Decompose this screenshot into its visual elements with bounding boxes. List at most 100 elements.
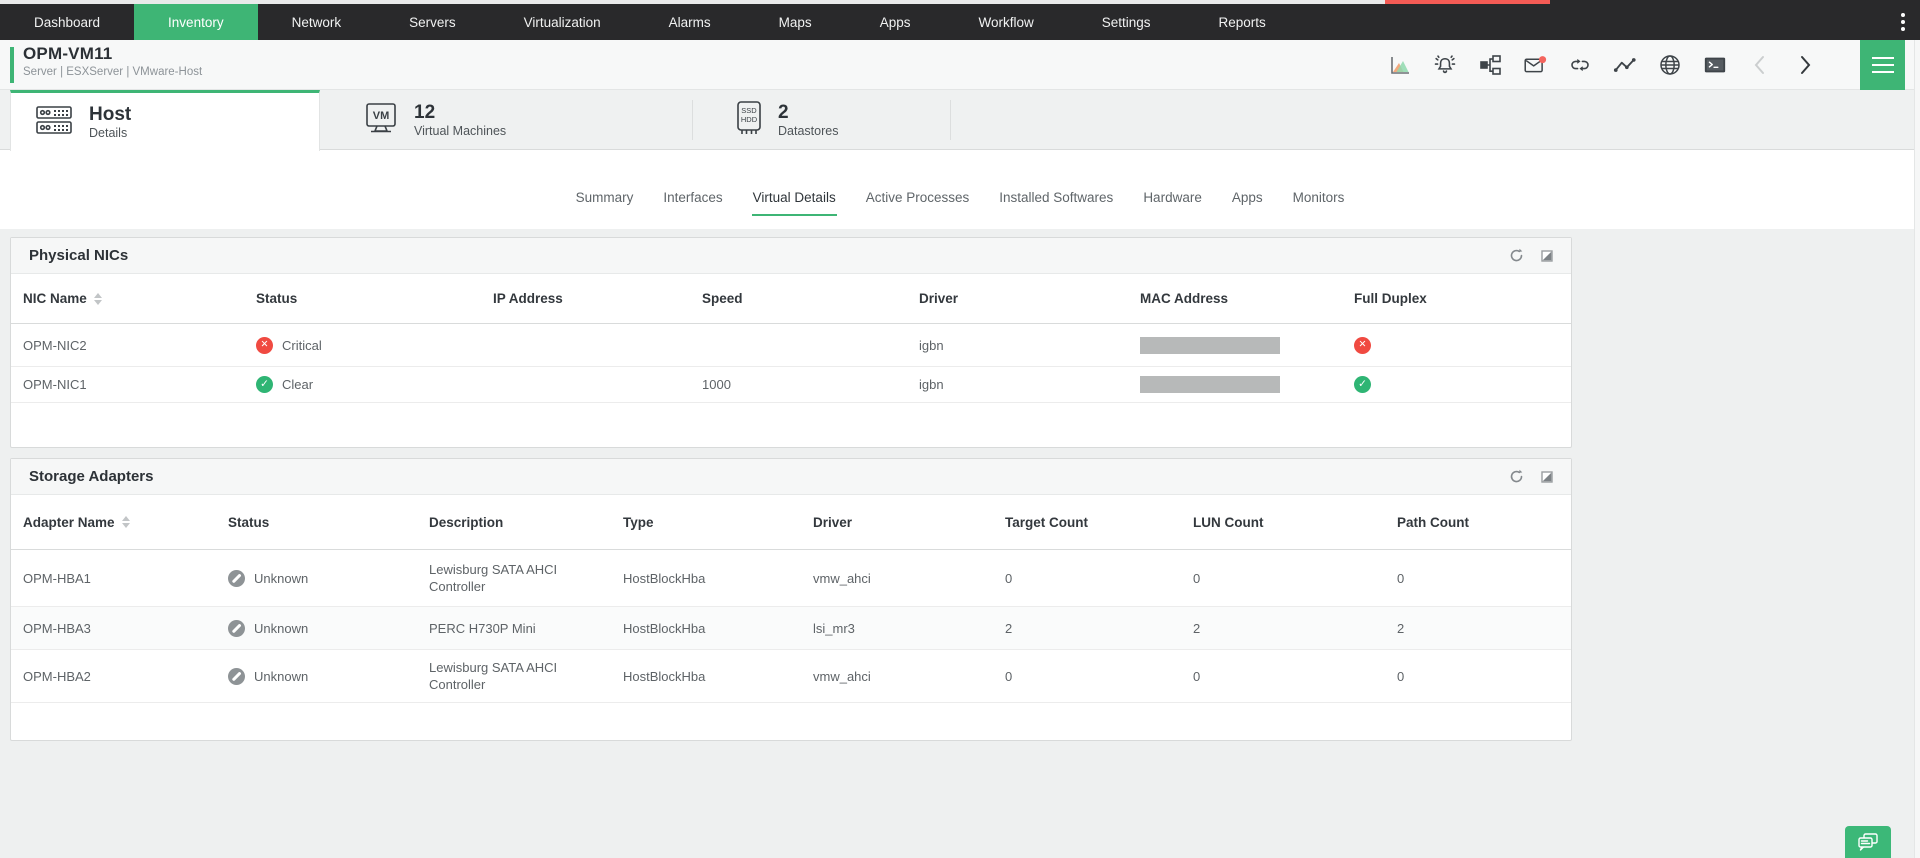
storage-adapters-column-headers: Adapter Name Status Description Type Dri… <box>11 495 1571 550</box>
nic-row[interactable]: OPM-NIC1 Clear 1000 igbn <box>11 367 1571 403</box>
line-graph-icon[interactable] <box>1613 53 1637 77</box>
device-title: OPM-VM11 <box>23 44 113 63</box>
col-status[interactable]: Status <box>244 274 481 323</box>
col-mac-address[interactable]: MAC Address <box>1128 274 1342 323</box>
status-label: Clear <box>282 377 314 392</box>
nav-item-workflow[interactable]: Workflow <box>944 4 1067 40</box>
tab-datastores-label: Datastores <box>778 124 839 138</box>
tab-datastores[interactable]: SSD HDD 2 Datastores <box>692 90 950 150</box>
terminal-icon[interactable] <box>1703 53 1727 77</box>
cell-status: Unknown <box>216 607 417 649</box>
physical-nics-column-headers: NIC Name Status IP Address Speed Driver … <box>11 274 1571 324</box>
device-meta: OPM-VM11 Server | ESXServer | VMware-Hos… <box>23 44 202 78</box>
nic-row[interactable]: OPM-NIC2 Critical igbn <box>11 324 1571 367</box>
col-full-duplex[interactable]: Full Duplex <box>1342 274 1571 323</box>
cell-full-duplex <box>1342 367 1571 402</box>
sync-loop-icon[interactable] <box>1568 53 1592 77</box>
sort-icon[interactable] <box>93 292 102 305</box>
tab-divider <box>692 100 693 140</box>
tab-virtual-machines[interactable]: VM 12 Virtual Machines <box>320 90 692 150</box>
resize-corner-icon[interactable] <box>1541 470 1553 483</box>
col-target-count[interactable]: Target Count <box>993 495 1181 549</box>
cell-description: Lewisburg SATA AHCI Controller <box>429 562 558 594</box>
nav-item-maps[interactable]: Maps <box>745 4 846 40</box>
tab-host-title: Host <box>89 104 132 125</box>
performance-chart-icon[interactable] <box>1388 53 1412 77</box>
unknown-status-icon <box>228 569 245 587</box>
cell-type: HostBlockHba <box>623 620 706 636</box>
chevron-left-icon[interactable] <box>1748 53 1772 77</box>
col-nic-name[interactable]: NIC Name <box>11 274 244 323</box>
storage-adapters-panel: Storage Adapters Adapter Name Status Des… <box>10 458 1572 741</box>
nav-item-virtualization[interactable]: Virtualization <box>490 4 635 40</box>
subtab-hardware[interactable]: Hardware <box>1142 186 1203 216</box>
col-type[interactable]: Type <box>611 495 801 549</box>
cell-type: HostBlockHba <box>623 570 706 586</box>
tab-host-subtitle: Details <box>89 126 128 140</box>
subtab-band: Summary Interfaces Virtual Details Activ… <box>0 150 1920 229</box>
cell-path-count: 0 <box>1397 570 1405 586</box>
adapter-row[interactable]: OPM-HBA2 Unknown Lewisburg SATA AHCI Con… <box>11 650 1571 703</box>
physical-nics-title: Physical NICs <box>29 247 129 264</box>
nav-item-alarms[interactable]: Alarms <box>635 4 745 40</box>
cell-status: Unknown <box>216 550 417 606</box>
status-label: Critical <box>282 337 322 353</box>
subtab-virtual-details[interactable]: Virtual Details <box>751 186 837 216</box>
critical-status-icon <box>256 336 273 354</box>
col-driver[interactable]: Driver <box>801 495 993 549</box>
col-ip-address[interactable]: IP Address <box>481 274 690 323</box>
adapter-row[interactable]: OPM-HBA3 Unknown PERC H730P Mini HostBlo… <box>11 607 1571 650</box>
storage-adapters-header: Storage Adapters <box>11 459 1571 495</box>
subtab-installed-softwares[interactable]: Installed Softwares <box>998 186 1114 216</box>
nav-item-apps[interactable]: Apps <box>846 4 945 40</box>
chevron-right-icon[interactable] <box>1793 53 1817 77</box>
col-path-count[interactable]: Path Count <box>1385 495 1571 549</box>
nav-item-settings[interactable]: Settings <box>1068 4 1185 40</box>
cell-full-duplex <box>1342 324 1571 366</box>
cell-status: Critical <box>244 324 481 366</box>
subtab-monitors[interactable]: Monitors <box>1292 186 1346 216</box>
resize-corner-icon[interactable] <box>1541 249 1553 262</box>
vertical-scrollbar[interactable] <box>1914 40 1920 858</box>
top-edge-red-indicator <box>1385 0 1550 4</box>
subtab-apps[interactable]: Apps <box>1231 186 1264 216</box>
refresh-icon[interactable] <box>1509 248 1524 263</box>
col-speed[interactable]: Speed <box>690 274 907 323</box>
top-edge-strip <box>0 0 1920 4</box>
nav-item-reports[interactable]: Reports <box>1185 4 1300 40</box>
col-driver[interactable]: Driver <box>907 274 1128 323</box>
refresh-icon[interactable] <box>1509 469 1524 484</box>
kebab-menu-icon[interactable] <box>1886 4 1920 40</box>
subtab-active-processes[interactable]: Active Processes <box>865 186 971 216</box>
tab-host-details[interactable]: Host Details <box>10 90 320 151</box>
vm-icon: VM <box>362 100 400 141</box>
cell-nic-name: OPM-NIC1 <box>23 377 87 392</box>
chat-support-button[interactable] <box>1845 826 1891 858</box>
col-description[interactable]: Description <box>417 495 611 549</box>
cell-type: HostBlockHba <box>623 668 706 684</box>
mac-redacted-bar <box>1140 336 1280 354</box>
cell-description: Lewisburg SATA AHCI Controller <box>429 660 558 692</box>
alarm-bell-icon[interactable] <box>1433 53 1457 77</box>
nav-item-inventory[interactable]: Inventory <box>134 4 258 40</box>
mail-notification-icon[interactable] <box>1523 53 1547 77</box>
cell-status: Clear <box>244 367 481 402</box>
globe-icon[interactable] <box>1658 53 1682 77</box>
subtab-interfaces[interactable]: Interfaces <box>662 186 723 216</box>
col-adapter-name[interactable]: Adapter Name <box>11 495 216 549</box>
svg-text:VM: VM <box>373 110 390 122</box>
nav-item-network[interactable]: Network <box>258 4 376 40</box>
col-lun-count[interactable]: LUN Count <box>1181 495 1385 549</box>
cell-lun-count: 0 <box>1193 668 1201 684</box>
workflow-topology-icon[interactable] <box>1478 53 1502 77</box>
subtab-summary[interactable]: Summary <box>575 186 635 216</box>
col-status[interactable]: Status <box>216 495 417 549</box>
sort-icon[interactable] <box>121 516 130 528</box>
hamburger-menu-button[interactable] <box>1860 40 1905 90</box>
nav-item-servers[interactable]: Servers <box>375 4 490 40</box>
cell-driver: igbn <box>919 377 944 392</box>
status-label: Unknown <box>254 620 309 636</box>
nav-item-dashboard[interactable]: Dashboard <box>0 4 134 40</box>
adapter-row[interactable]: OPM-HBA1 Unknown Lewisburg SATA AHCI Con… <box>11 550 1571 607</box>
cell-path-count: 2 <box>1397 620 1405 636</box>
